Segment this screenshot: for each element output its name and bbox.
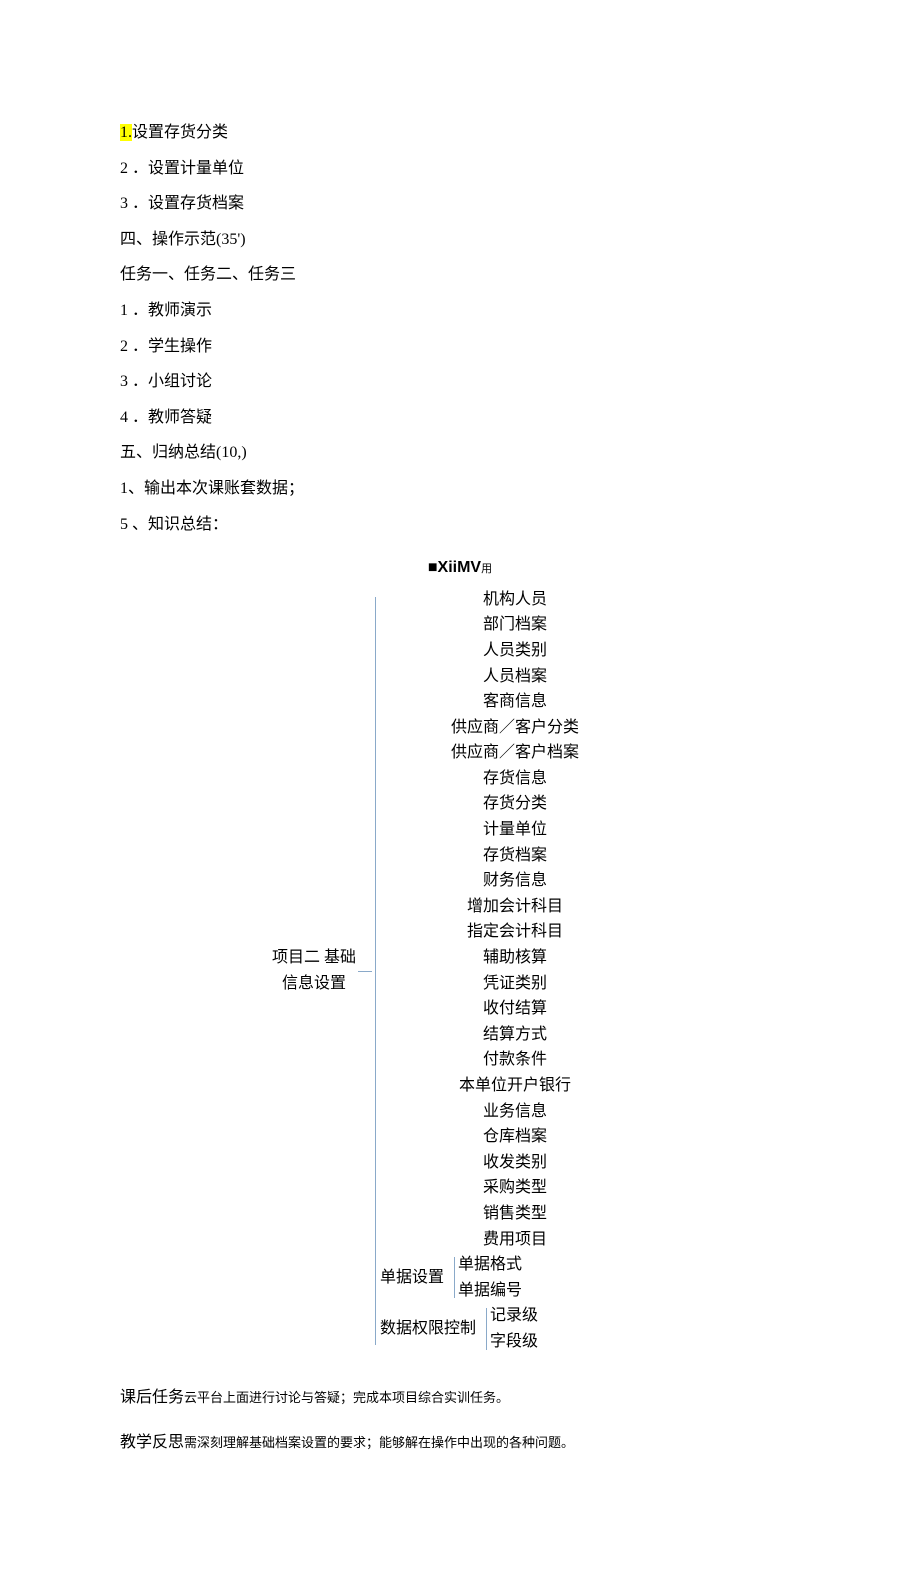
list-item: 3 ．设置存货档案 bbox=[120, 191, 800, 217]
tree-branch-node: 机构人员 bbox=[380, 587, 650, 613]
tree-leaf-node: 销售类型 bbox=[380, 1201, 650, 1227]
post-reflect-label: 教学反思 bbox=[120, 1434, 184, 1451]
list-item: 1、输出本次课账套数据； bbox=[120, 476, 800, 502]
post-task: 课后任务云平台上面进行讨论与答疑；完成本项目综合实训任务。 bbox=[120, 1385, 800, 1411]
post-task-text: 云平台上面进行讨论与答疑；完成本项目综合实训任务。 bbox=[184, 1390, 509, 1405]
list-item: 1 ．教师演示 bbox=[120, 298, 800, 324]
tree-leaf-node: 单据格式 bbox=[458, 1252, 522, 1278]
tree-leaf-wrap: 供应商／客户分类供应商／客户档案 bbox=[380, 715, 650, 766]
tree-leaf-node: 结算方式 bbox=[380, 1022, 650, 1048]
tree-leaf-node: 存货档案 bbox=[380, 843, 650, 869]
document-page: 1.设置存货分类 2 ．设置计量单位 3 ．设置存货档案 四、操作示范(35')… bbox=[0, 0, 920, 1576]
tree-group: 收付结算结算方式付款条件本单位开户银行 bbox=[380, 996, 650, 1098]
bracket-line bbox=[372, 587, 380, 1355]
tree-leaf-wrap: 仓库档案收发类别采购类型销售类型费用项目单据设置单据格式单据编号数据权限控制记录… bbox=[380, 1124, 650, 1354]
tree-sub-node: 数据权限控制 bbox=[380, 1316, 476, 1342]
diagram: ■XiiMV用 项目二 基础信息设置 机构人员部门档案人员类别人员档案客商信息供… bbox=[120, 555, 800, 1354]
tree-groups: 机构人员部门档案人员类别人员档案客商信息供应商／客户分类供应商／客户档案存货信息… bbox=[380, 587, 650, 1355]
tree-leaf-wrap: 结算方式付款条件本单位开户银行 bbox=[380, 1022, 650, 1099]
tree-leaf-node: 收发类别 bbox=[380, 1150, 650, 1176]
tree-sub-node: 单据设置 bbox=[380, 1265, 444, 1291]
highlight-number: 1. bbox=[120, 124, 132, 141]
diagram-title-main: ■XiiMV bbox=[428, 559, 481, 576]
tree-leaf-node: 指定会计科目 bbox=[380, 919, 650, 945]
tree-group: 机构人员部门档案人员类别人员档案 bbox=[380, 587, 650, 689]
post-reflect-text: 需深刻理解基础档案设置的要求；能够解在操作中出现的各种问题。 bbox=[184, 1435, 574, 1450]
tree-leaf-node: 本单位开户银行 bbox=[380, 1073, 650, 1099]
tree-branch-node: 业务信息 bbox=[380, 1099, 650, 1125]
tree-leaf-node: 凭证类别 bbox=[380, 971, 650, 997]
tree-leaf-node: 增加会计科目 bbox=[380, 894, 650, 920]
tree-leaf-node: 记录级 bbox=[490, 1303, 538, 1329]
tree-root-node: 项目二 基础信息设置 bbox=[270, 945, 358, 996]
tree-branch-node: 收付结算 bbox=[380, 996, 650, 1022]
list-item: 4 ．教师答疑 bbox=[120, 405, 800, 431]
diagram-title: ■XiiMV用 bbox=[120, 555, 800, 581]
tree-leaf-node: 单据编号 bbox=[458, 1278, 522, 1304]
tree-leaf-node: 人员类别 bbox=[380, 638, 650, 664]
tree-leaf-node: 辅助核算 bbox=[380, 945, 650, 971]
diagram-title-suffix: 用 bbox=[481, 563, 492, 575]
tree-branch-node: 财务信息 bbox=[380, 868, 650, 894]
tree-leaf-node: 费用项目 bbox=[380, 1227, 650, 1253]
section-subtitle: 任务一、任务二、任务三 bbox=[120, 262, 800, 288]
tree-subgroup: 单据设置单据格式单据编号 bbox=[380, 1252, 650, 1303]
tree-leaf-node: 供应商／客户档案 bbox=[380, 740, 650, 766]
tree-leaf-node: 采购类型 bbox=[380, 1175, 650, 1201]
post-reflect: 教学反思需深刻理解基础档案设置的要求；能够解在操作中出现的各种问题。 bbox=[120, 1430, 800, 1456]
tree-leaf-node: 人员档案 bbox=[380, 664, 650, 690]
tree-leaf-node: 供应商／客户分类 bbox=[380, 715, 650, 741]
list-item-text: 设置存货分类 bbox=[132, 124, 228, 141]
tree-leaf-node: 存货分类 bbox=[380, 791, 650, 817]
list-item: 5 、知识总结： bbox=[120, 512, 800, 538]
tree-leaf-node: 部门档案 bbox=[380, 612, 650, 638]
section-heading: 五、归纳总结(10,) bbox=[120, 440, 800, 466]
tree-leaf-node: 计量单位 bbox=[380, 817, 650, 843]
list-item: 3 ．小组讨论 bbox=[120, 369, 800, 395]
tree-branch-node: 存货信息 bbox=[380, 766, 650, 792]
bracket-line bbox=[452, 1252, 458, 1303]
tree-leaf-wrap: 增加会计科目指定会计科目辅助核算凭证类别 bbox=[380, 894, 650, 996]
tree-subgroup: 数据权限控制记录级字段级 bbox=[380, 1303, 650, 1354]
tree-leaf-wrap: 部门档案人员类别人员档案 bbox=[380, 612, 650, 689]
tree-leaf-node: 仓库档案 bbox=[380, 1124, 650, 1150]
bracket-line bbox=[484, 1303, 490, 1354]
tree-branch-node: 客商信息 bbox=[380, 689, 650, 715]
tree-leaf-node: 字段级 bbox=[490, 1329, 538, 1355]
tree-leaf-node: 付款条件 bbox=[380, 1047, 650, 1073]
post-sections: 课后任务云平台上面进行讨论与答疑；完成本项目综合实训任务。 教学反思需深刻理解基… bbox=[120, 1385, 800, 1456]
tree-leaf-wrap: 存货分类计量单位存货档案 bbox=[380, 791, 650, 868]
list-item: 1.设置存货分类 bbox=[120, 120, 800, 146]
tree-group: 客商信息供应商／客户分类供应商／客户档案 bbox=[380, 689, 650, 766]
tree: 项目二 基础信息设置 机构人员部门档案人员类别人员档案客商信息供应商／客户分类供… bbox=[270, 587, 650, 1355]
tree-group: 存货信息存货分类计量单位存货档案 bbox=[380, 766, 650, 868]
post-task-label: 课后任务 bbox=[120, 1389, 184, 1406]
tree-group: 财务信息增加会计科目指定会计科目辅助核算凭证类别 bbox=[380, 868, 650, 996]
list-item: 2 ．学生操作 bbox=[120, 334, 800, 360]
section-heading: 四、操作示范(35') bbox=[120, 227, 800, 253]
tree-group: 业务信息仓库档案收发类别采购类型销售类型费用项目单据设置单据格式单据编号数据权限… bbox=[380, 1099, 650, 1355]
list-item: 2 ．设置计量单位 bbox=[120, 156, 800, 182]
